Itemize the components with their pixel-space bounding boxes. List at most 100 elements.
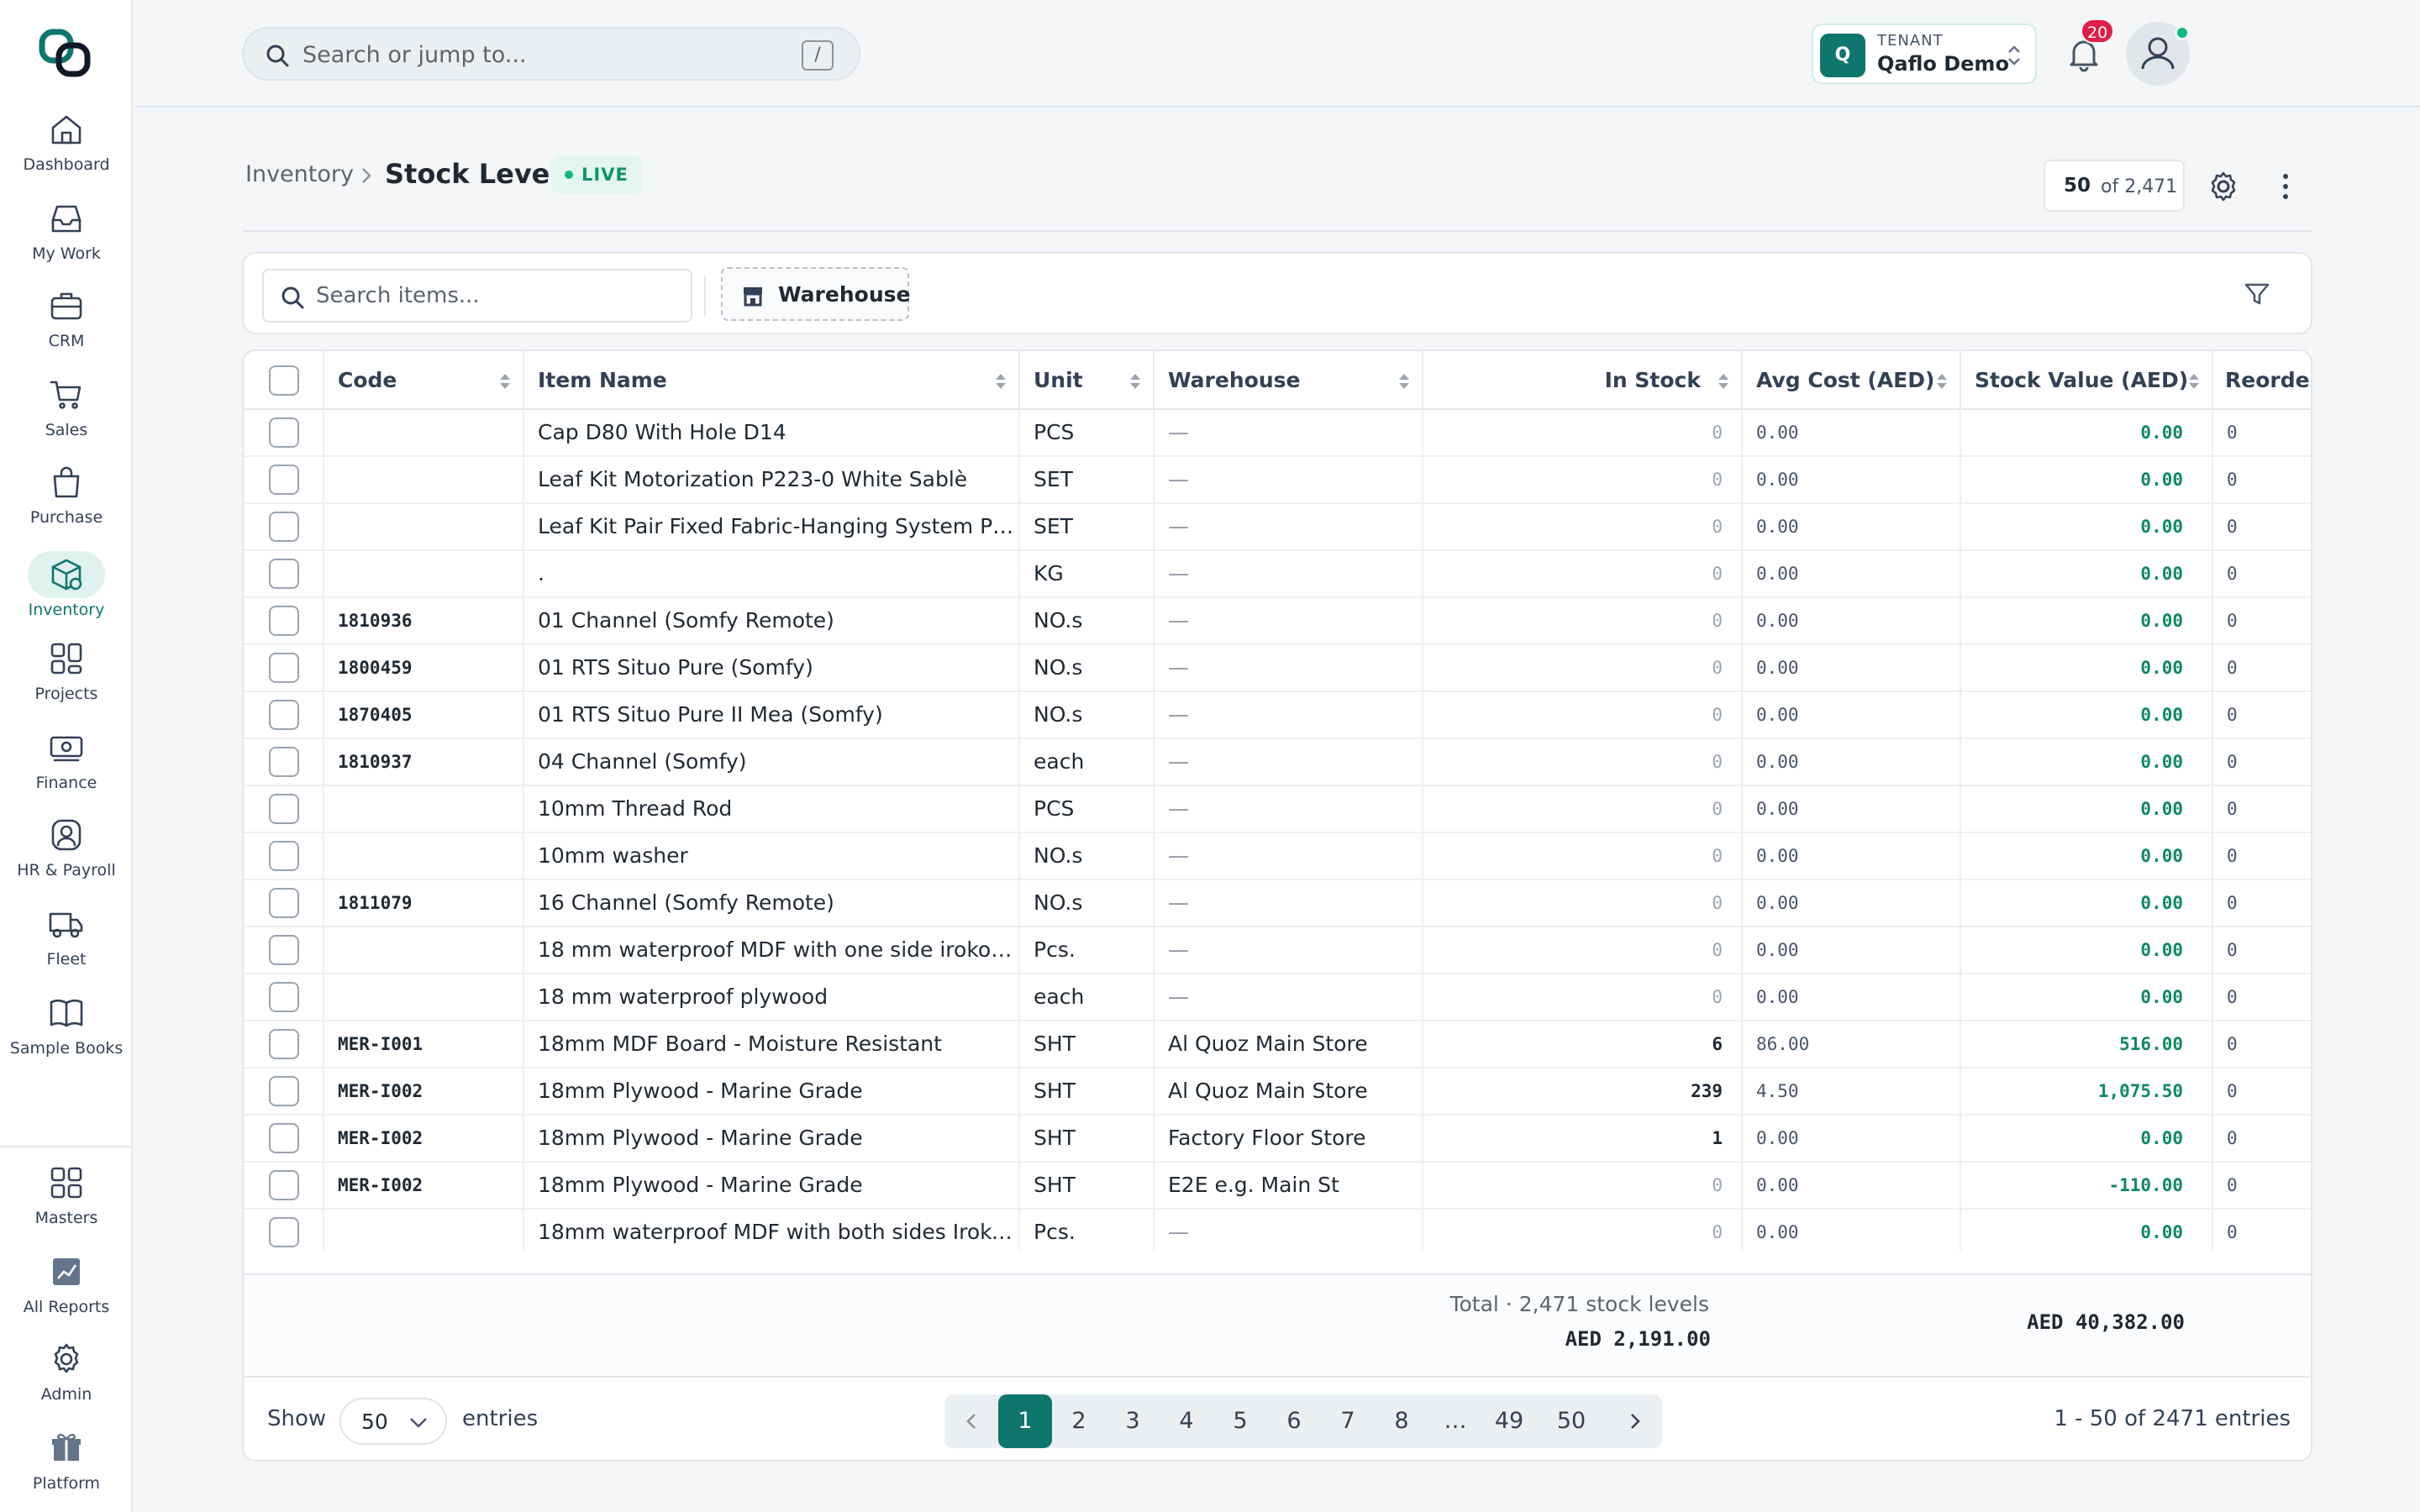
row-checkbox[interactable] — [269, 700, 299, 730]
row-checkbox[interactable] — [269, 935, 299, 965]
row-checkbox[interactable] — [269, 512, 299, 542]
row-checkbox[interactable] — [269, 465, 299, 495]
column-header-item-name-label: Item Name — [538, 368, 667, 392]
cell-avg-cost: 86.00 — [1743, 1021, 1961, 1068]
sidebar-item-dashboard[interactable]: Dashboard — [0, 111, 133, 175]
cell-name: 18mm Plywood - Marine Grade — [524, 1116, 1020, 1163]
item-search[interactable] — [262, 269, 692, 323]
row-checkbox[interactable] — [269, 841, 299, 871]
table-row[interactable]: MER-I002 18mm Plywood - Marine Grade SHT E2… — [244, 1163, 2311, 1210]
table-row[interactable]: 1870405 01 RTS Situo Pure II Mea (Somfy) N… — [244, 692, 2311, 739]
item-search-input[interactable] — [316, 279, 669, 312]
next-page-button[interactable] — [1608, 1394, 1662, 1448]
sidebar-item-projects[interactable]: Projects — [0, 640, 133, 704]
row-checkbox[interactable] — [269, 1217, 299, 1247]
column-header-code[interactable]: Code — [324, 351, 524, 410]
page-button-49[interactable]: 49 — [1482, 1394, 1536, 1448]
more-vertical-icon[interactable] — [2270, 170, 2301, 203]
table-row[interactable]: 10mm washer NO.s —0 0.00 0.00 0 — [244, 833, 2311, 880]
sidebar-item-my-work[interactable]: My Work — [0, 200, 133, 264]
table-row[interactable]: MER-I001 18mm MDF Board - Moisture Resist… — [244, 1021, 2311, 1068]
sidebar-item-masters[interactable]: Masters — [0, 1164, 133, 1228]
page-button-7[interactable]: 7 — [1321, 1394, 1375, 1448]
cell-name: 04 Channel (Somfy) — [524, 739, 1020, 786]
table-row[interactable]: 10mm Thread Rod PCS —0 0.00 0.00 0 — [244, 786, 2311, 833]
tenant-switcher[interactable]: Q TENANT Qaflo Demo — [1812, 24, 2037, 84]
row-checkbox[interactable] — [269, 417, 299, 448]
page-button-6[interactable]: 6 — [1267, 1394, 1321, 1448]
sidebar-item-crm[interactable]: CRM — [0, 287, 133, 351]
table-row[interactable]: 1811079 16 Channel (Somfy Remote) NO.s —0 0.… — [244, 880, 2311, 927]
sidebar-item-platform[interactable]: Platform — [0, 1430, 133, 1494]
table-row[interactable]: Leaf Kit Motorization P223-0 White Sablè… — [244, 457, 2311, 504]
cash-icon — [50, 736, 83, 762]
page-button-5[interactable]: 5 — [1213, 1394, 1267, 1448]
table-row[interactable]: 18 mm waterproof plywood each —0 0.00 0.00 0 — [244, 974, 2311, 1021]
warehouse-filter-chip[interactable]: Warehouse — [721, 267, 910, 321]
column-header-warehouse[interactable]: Warehouse — [1155, 351, 1423, 410]
table-row[interactable]: Cap D80 With Hole D14 PCS —0 0.00 0.00 0 — [244, 410, 2311, 457]
page-button-4[interactable]: 4 — [1160, 1394, 1213, 1448]
stock-table: Code Item Name Unit Warehouse In Stock A… — [242, 349, 2312, 1462]
table-row[interactable]: . KG —0 0.00 0.00 0 — [244, 551, 2311, 598]
column-header-item-name[interactable]: Item Name — [524, 351, 1020, 410]
sidebar-item-inventory[interactable]: Inventory — [0, 551, 133, 620]
sidebar-item-hr-payroll[interactable]: HR & Payroll — [0, 816, 133, 880]
filter-icon[interactable] — [2244, 281, 2270, 307]
cell-code — [324, 410, 524, 457]
page-size-select[interactable]: 50 — [339, 1398, 447, 1445]
cell-code: 1870405 — [324, 692, 524, 739]
row-checkbox[interactable] — [269, 747, 299, 777]
column-header-in-stock[interactable]: In Stock — [1423, 351, 1743, 410]
cell-reorder: 0 — [2227, 658, 2238, 678]
cell-stock-value: 0.00 — [1961, 739, 2213, 786]
table-row[interactable]: MER-I002 18mm Plywood - Marine Grade SHT Fa… — [244, 1116, 2311, 1163]
cell-reorder: 0 — [2227, 564, 2238, 584]
page-button-2[interactable]: 2 — [1052, 1394, 1106, 1448]
row-checkbox[interactable] — [269, 1170, 299, 1200]
column-header-stock-value[interactable]: Stock Value (AED) — [1961, 351, 2213, 410]
sidebar-item-purchase[interactable]: Purchase — [0, 464, 133, 528]
table-row[interactable]: 1800459 01 RTS Situo Pure (Somfy) NO.s —0 0.… — [244, 645, 2311, 692]
table-row[interactable]: MER-I002 18mm Plywood - Marine Grade SHT Al… — [244, 1068, 2311, 1116]
app-logo[interactable] — [37, 27, 96, 81]
row-checkbox[interactable] — [269, 888, 299, 918]
table-row[interactable]: 18 mm waterproof MDF with one side iroko… — [244, 927, 2311, 974]
table-row[interactable]: 18mm waterproof MDF with both sides Irok… — [244, 1210, 2311, 1250]
row-checkbox[interactable] — [269, 559, 299, 589]
sidebar-item-admin[interactable]: Admin — [0, 1341, 133, 1404]
row-checkbox[interactable] — [269, 982, 299, 1012]
gear-icon[interactable] — [2207, 170, 2240, 203]
table-row[interactable]: Leaf Kit Pair Fixed Fabric-Hanging Syste… — [244, 504, 2311, 551]
online-status-dot — [2175, 25, 2190, 40]
row-checkbox[interactable] — [269, 1029, 299, 1059]
column-header-reorder[interactable]: Reorder — [2213, 351, 2311, 410]
row-checkbox[interactable] — [269, 606, 299, 636]
sidebar-item-sales[interactable]: Sales — [0, 376, 133, 440]
row-checkbox[interactable] — [269, 653, 299, 683]
row-checkbox[interactable] — [269, 794, 299, 824]
sidebar-item-fleet[interactable]: Fleet — [0, 906, 133, 969]
sidebar-item-label: Masters — [34, 1209, 98, 1227]
page-button-3[interactable]: 3 — [1106, 1394, 1160, 1448]
page-button-50[interactable]: 50 — [1544, 1394, 1598, 1448]
row-checkbox[interactable] — [269, 1076, 299, 1106]
breadcrumb-inventory[interactable]: Inventory — [245, 161, 354, 187]
sidebar-item-finance[interactable]: Finance — [0, 729, 133, 793]
row-checkbox[interactable] — [269, 1123, 299, 1153]
sidebar-item-sample-books[interactable]: Sample Books — [0, 995, 133, 1058]
page-button-1[interactable]: 1 — [998, 1394, 1052, 1448]
table-row[interactable]: 1810936 01 Channel (Somfy Remote) NO.s —0 0.… — [244, 598, 2311, 645]
totals-label: Total · 2,471 stock levels — [1449, 1292, 1709, 1316]
cell-unit: SHT — [1020, 1021, 1155, 1068]
prev-page-button[interactable] — [944, 1394, 998, 1448]
sidebar-item-all-reports[interactable]: All Reports — [0, 1253, 133, 1317]
totals-in-stock: AED 2,191.00 — [1565, 1327, 1711, 1351]
column-header-avg-cost[interactable]: Avg Cost (AED) — [1743, 351, 1961, 410]
global-search[interactable]: Search or jump to... / — [242, 27, 860, 81]
table-row[interactable]: 1810937 04 Channel (Somfy) each —0 0.00 0.00 0 — [244, 739, 2311, 786]
page-button-8[interactable]: 8 — [1375, 1394, 1428, 1448]
select-all-checkbox[interactable] — [269, 365, 299, 396]
record-count-total: of 2,471 — [2101, 176, 2178, 197]
column-header-unit[interactable]: Unit — [1020, 351, 1155, 410]
